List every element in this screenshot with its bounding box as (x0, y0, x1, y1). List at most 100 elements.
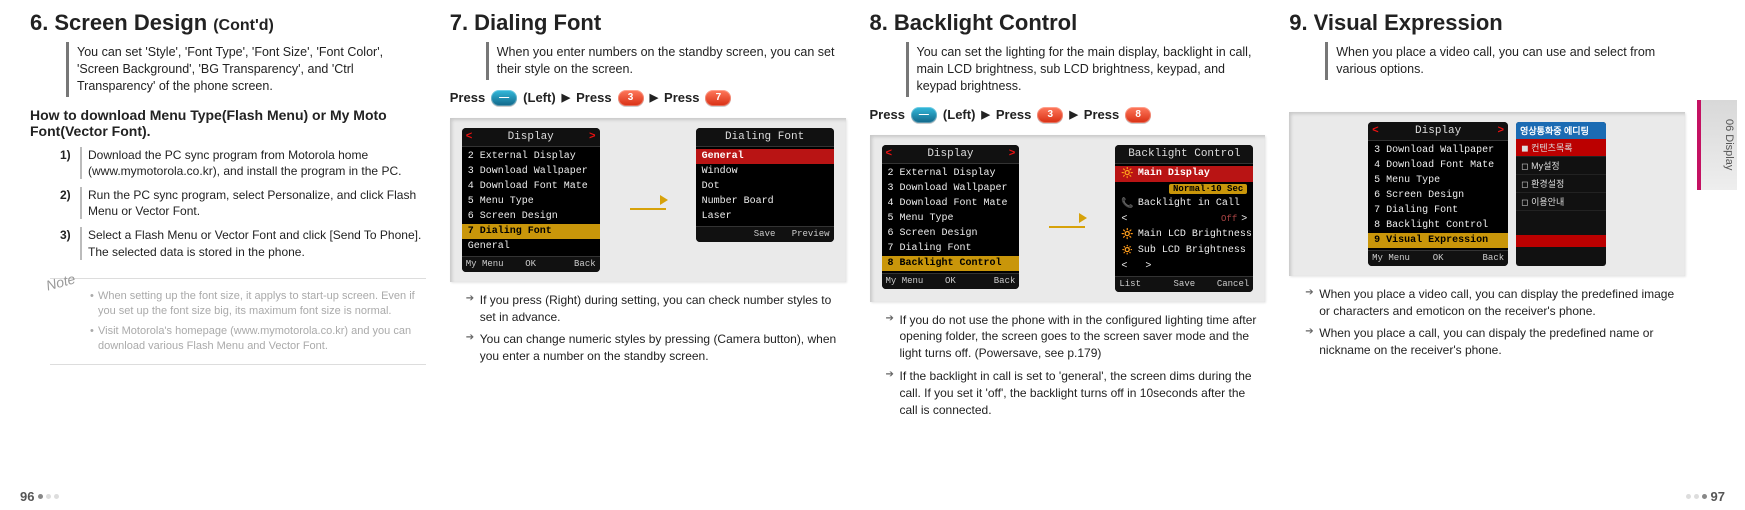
section-9-intro: When you place a video call, you can use… (1325, 42, 1685, 80)
menu-row-selected: 7 Dialing Font (462, 224, 600, 239)
key-3-icon: 3 (1037, 107, 1063, 123)
menu-row: 7 Dialing Font (1368, 203, 1508, 218)
section-6-title: 6. Screen Design (Cont'd) (30, 10, 426, 36)
menu-row: 7 Dialing Font (882, 241, 1020, 256)
softkey-icon: — (911, 107, 937, 123)
section-9-bullets: When you place a video call, you can dis… (1305, 286, 1685, 359)
menu-row: 2 External Display (462, 149, 600, 164)
menu-row: Laser (696, 209, 834, 224)
phone-screenshot-pair: <Display> 3 Download Wallpaper 4 Downloa… (1289, 112, 1685, 276)
menu-subrow: General (462, 239, 600, 254)
bullet-item: If you press (Right) during setting, you… (466, 292, 846, 326)
softkey-icon: — (491, 90, 517, 106)
option-row: ◻ 이용안내 (1516, 193, 1606, 211)
page-number-left: 96 (20, 489, 59, 504)
section-screen-design: 6. Screen Design (Cont'd) You can set 'S… (30, 10, 426, 424)
bullet-item: When you place a call, you can dispaly t… (1305, 325, 1685, 359)
page-dots-icon (1686, 494, 1707, 499)
option-row: ◻ 환경설정 (1516, 175, 1606, 193)
section-number: 9. (1289, 10, 1307, 36)
menu-row: 6 Screen Design (882, 226, 1020, 241)
section-title-text: Dialing Font (474, 10, 601, 36)
menu-row: 📞 Backlight in Call (1115, 196, 1253, 212)
menu-row: 6 Screen Design (1368, 188, 1508, 203)
arrow-icon: ▶ (981, 108, 989, 121)
menu-row: Window (696, 164, 834, 179)
page-number-right: 97 (1686, 489, 1725, 504)
step-1: Download the PC sync program from Motoro… (60, 147, 426, 179)
section-dialing-font: 7. Dialing Font When you enter numbers o… (450, 10, 846, 424)
step-3: Select a Flash Menu or Vector Font and c… (60, 227, 426, 259)
note-block: Note When setting up the font size, it a… (50, 278, 426, 366)
phone-screen-display: <Display> 3 Download Wallpaper 4 Downloa… (1368, 122, 1508, 266)
key-8-icon: 8 (1125, 107, 1151, 123)
section-number: 8. (870, 10, 888, 36)
menu-row: 8 Backlight Control (1368, 218, 1508, 233)
bullet-item: When you place a video call, you can dis… (1305, 286, 1685, 320)
phone-screenshot-pair: <Display> 2 External Display 3 Download … (450, 118, 846, 282)
section-backlight-control: 8. Backlight Control You can set the lig… (870, 10, 1266, 424)
menu-row: <Off> (1115, 212, 1253, 227)
menu-row-selected: General (696, 149, 834, 164)
section-visual-expression: 9. Visual Expression When you place a vi… (1289, 10, 1685, 424)
menu-row: 4 Download Font Mate (882, 196, 1020, 211)
option-row-selected: ◼ 컨텐츠목록 (1516, 139, 1606, 157)
phone-screenshot-pair: <Display> 2 External Display 3 Download … (870, 135, 1266, 302)
menu-row: 4 Download Font Mate (462, 179, 600, 194)
note-item: When setting up the font size, it applys… (90, 289, 426, 320)
arrow-icon: ▶ (1069, 108, 1077, 121)
menu-row: 5 Menu Type (882, 211, 1020, 226)
options-footer (1516, 235, 1606, 247)
section-8-bullets: If you do not use the phone with in the … (886, 312, 1266, 419)
section-title-suffix: (Cont'd) (213, 17, 274, 35)
menu-row: Dot (696, 179, 834, 194)
bullet-item: If you do not use the phone with in the … (886, 312, 1266, 362)
phone-screen-dialing-font: Dialing Font General Window Dot Number B… (696, 128, 834, 242)
press-sequence: Press — (Left) ▶ Press 3 ▶ Press 7 (450, 90, 846, 106)
section-8-title: 8. Backlight Control (870, 10, 1266, 36)
menu-row: Normal·10 Sec (1115, 182, 1253, 196)
menu-row: 3 Download Wallpaper (462, 164, 600, 179)
phone-screen-display: <Display> 2 External Display 3 Download … (462, 128, 600, 272)
menu-row-selected: 9 Visual Expression (1368, 233, 1508, 248)
arrow-icon (1049, 208, 1085, 228)
menu-row: Number Board (696, 194, 834, 209)
key-7-icon: 7 (705, 90, 731, 106)
page-dots-icon (38, 494, 59, 499)
phone-screen-options: 영상통화중 에디팅 ◼ 컨텐츠목록 ◻ My설정 ◻ 환경설정 ◻ 이용안내 (1516, 122, 1606, 266)
menu-row-selected: 8 Backlight Control (882, 256, 1020, 271)
phone-screen-backlight: Backlight Control 🔆 Main Display Normal·… (1115, 145, 1253, 292)
section-title-text: Visual Expression (1314, 10, 1503, 36)
menu-row: 3 Download Wallpaper (1368, 143, 1508, 158)
menu-row-selected: 🔆 Main Display (1115, 166, 1253, 182)
menu-row: 4 Download Font Mate (1368, 158, 1508, 173)
press-sequence: Press — (Left) ▶ Press 3 ▶ Press 8 (870, 107, 1266, 123)
phone-screen-display: <Display> 2 External Display 3 Download … (882, 145, 1020, 289)
menu-row: 🔅 Sub LCD Brightness (1115, 243, 1253, 259)
side-tab: 06 Display (1697, 100, 1737, 190)
section-6-steps: Download the PC sync program from Motoro… (30, 147, 426, 260)
menu-row: 3 Download Wallpaper (882, 181, 1020, 196)
arrow-icon: ▶ (650, 91, 658, 104)
section-9-title: 9. Visual Expression (1289, 10, 1685, 36)
arrow-icon (630, 190, 666, 210)
note-label: Note (44, 269, 78, 296)
bullet-item: You can change numeric styles by pressin… (466, 331, 846, 365)
section-6-intro: You can set 'Style', 'Font Type', 'Font … (66, 42, 426, 97)
section-7-intro: When you enter numbers on the standby sc… (486, 42, 846, 80)
section-7-title: 7. Dialing Font (450, 10, 846, 36)
menu-row: 🔆 Main LCD Brightness (1115, 227, 1253, 243)
bullet-item: If the backlight in call is set to 'gene… (886, 368, 1266, 418)
section-6-subhead: How to download Menu Type(Flash Menu) or… (30, 107, 426, 139)
section-7-bullets: If you press (Right) during setting, you… (466, 292, 846, 365)
options-header: 영상통화중 에디팅 (1516, 122, 1606, 139)
key-3-icon: 3 (618, 90, 644, 106)
menu-row: 5 Menu Type (1368, 173, 1508, 188)
menu-row: 5 Menu Type (462, 194, 600, 209)
option-row: ◻ My설정 (1516, 157, 1606, 175)
arrow-icon: ▶ (562, 91, 570, 104)
section-number: 7. (450, 10, 468, 36)
section-number: 6. (30, 10, 48, 36)
menu-row: < > (1115, 259, 1253, 274)
menu-row: 6 Screen Design (462, 209, 600, 224)
